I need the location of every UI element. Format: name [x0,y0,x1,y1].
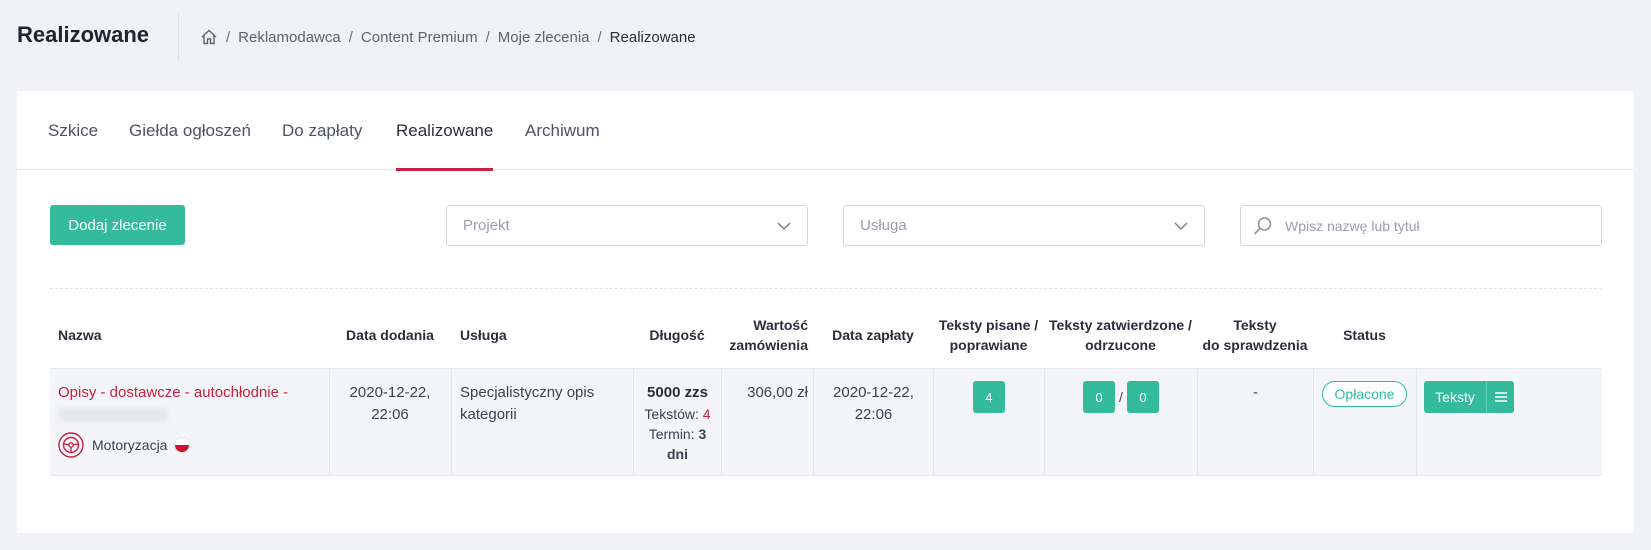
breadcrumb-item-content-premium[interactable]: Content Premium [361,29,478,46]
column-header-payment-date[interactable]: Data zapłaty [813,301,933,369]
cell-texts-written: 4 [934,381,1044,413]
cell-order-value: 306,00 zł [747,384,808,401]
breadcrumb-separator: / [226,28,231,46]
column-header-texts-to-review[interactable]: Teksty do sprawdzenia [1197,301,1313,369]
cell-texts-approved: 0 / 0 [1045,381,1197,413]
add-order-button[interactable]: Dodaj zlecenie [50,205,185,245]
cell-name: Opisy - dostawcze - autochłodnie - Motor… [58,382,323,458]
cell-payment-date: 2020-12-22, 22:06 [814,382,933,426]
column-header-value[interactable]: Wartość zamówienia [721,301,808,369]
chevron-down-icon [1174,222,1188,231]
category-label: Motoryzacja [58,432,323,458]
payment-date-time: 22:06 [854,406,893,423]
row-menu-button[interactable] [1486,381,1514,413]
column-header-texts-written-line2: poprawiane [949,337,1028,353]
home-icon[interactable] [200,28,218,46]
column-header-status[interactable]: Status [1313,301,1416,369]
column-header-texts-to-review-line1: Teksty [1233,317,1277,333]
service-select-placeholder: Usługa [860,217,907,234]
cell-date-added: 2020-12-22, 22:06 [330,382,450,426]
table-row: Opisy - dostawcze - autochłodnie - Motor… [50,369,1602,476]
chevron-down-icon [777,222,791,231]
length-value: 5000 zzs [647,384,708,401]
poland-flag-icon [175,438,190,452]
term-unit: dni [667,446,688,462]
column-header-texts-approved[interactable]: Teksty zatwierdzone / odrzucone [1044,301,1197,369]
table-header: Nazwa Data dodania Usługa Długość Wartoś… [50,301,1602,369]
divider [178,14,179,60]
tab-gielda-ogloszen[interactable]: Giełda ogłoszeń [129,121,251,170]
breadcrumb-separator: / [597,28,602,46]
search-input[interactable] [1285,206,1585,245]
scrollbar[interactable] [1641,0,1651,550]
tab-archiwum[interactable]: Archiwum [525,121,600,170]
breadcrumb-separator: / [485,28,490,46]
column-header-texts-written-line1: Teksty pisane / [938,317,1039,333]
column-header-date-added[interactable]: Data dodania [330,301,450,369]
breadcrumb-current: Realizowane [609,28,696,46]
texts-count-value: 4 [702,406,711,422]
term-label: Termin: [648,426,699,442]
column-header-name[interactable]: Nazwa [58,301,102,369]
divider [50,288,1602,289]
top-bar: Realizowane / Reklamodawca / Content Pre… [0,0,1651,74]
status-badge: Opłacone [1322,381,1407,407]
texts-button[interactable]: Teksty [1424,381,1486,413]
column-divider [451,369,452,476]
approved-rejected-separator: / [1119,389,1123,405]
cell-service: Specjalistyczny opis kategorii [460,382,630,426]
order-name-link[interactable]: Opisy - dostawcze - autochłodnie - [58,384,288,401]
category-name: Motoryzacja [92,437,168,453]
steering-wheel-icon [58,432,84,458]
payment-date-date: 2020-12-22, [833,384,914,401]
cell-length: 5000 zzs Tekstów: 4 Termin: 3 dni [634,382,721,464]
search-box[interactable] [1240,205,1602,246]
texts-rejected-button[interactable]: 0 [1126,381,1159,413]
column-header-service[interactable]: Usługa [460,301,507,369]
texts-written-button[interactable]: 4 [973,381,1005,413]
breadcrumb: / Reklamodawca / Content Premium / Moje … [200,27,696,47]
page-title: Realizowane [17,22,150,47]
service-line2: kategorii [460,406,517,423]
texts-count: Tekstów: 4 [634,404,721,424]
hamburger-menu-icon [1494,392,1507,402]
breadcrumb-separator: / [348,28,353,46]
tab-do-zaplaty[interactable]: Do zapłaty [282,121,362,170]
column-header-texts-to-review-line2: do sprawdzenia [1202,337,1308,353]
redacted-text [58,408,168,422]
breadcrumb-item-reklamodawca[interactable]: Reklamodawca [238,29,341,46]
column-header-texts-approved-line1: Teksty zatwierdzone / [1049,317,1192,333]
date-added-time: 22:06 [371,406,409,423]
cell-texts-to-review: - [1253,384,1258,401]
tab-realizowane[interactable]: Realizowane [396,121,494,171]
column-header-value-line2: zamówienia [729,337,808,353]
orders-card: Szkice Giełda ogłoszeń Do zapłaty Realiz… [17,91,1634,533]
column-header-texts-approved-line2: odrzucone [1085,337,1156,353]
project-select-placeholder: Projekt [463,217,510,234]
column-divider [1313,369,1314,476]
texts-approved-button[interactable]: 0 [1083,381,1116,413]
column-header-value-line1: Wartość [753,317,808,333]
service-select[interactable]: Usługa [843,205,1205,246]
tab-szkice[interactable]: Szkice [48,121,98,170]
service-line1: Specjalistyczny opis [460,384,595,401]
date-added-date: 2020-12-22, [349,384,431,401]
breadcrumb-item-moje-zlecenia[interactable]: Moje zlecenia [498,29,590,46]
tab-bar: Szkice Giełda ogłoszeń Do zapłaty Realiz… [17,91,1634,171]
project-select[interactable]: Projekt [446,205,808,246]
term-value: 3 [698,426,707,442]
term: Termin: 3 [634,424,721,444]
search-icon [1254,217,1272,235]
column-divider [1416,369,1417,476]
column-header-texts-written[interactable]: Teksty pisane / poprawiane [933,301,1044,369]
column-header-length[interactable]: Długość [633,301,721,369]
texts-count-label: Tekstów: [644,406,703,422]
